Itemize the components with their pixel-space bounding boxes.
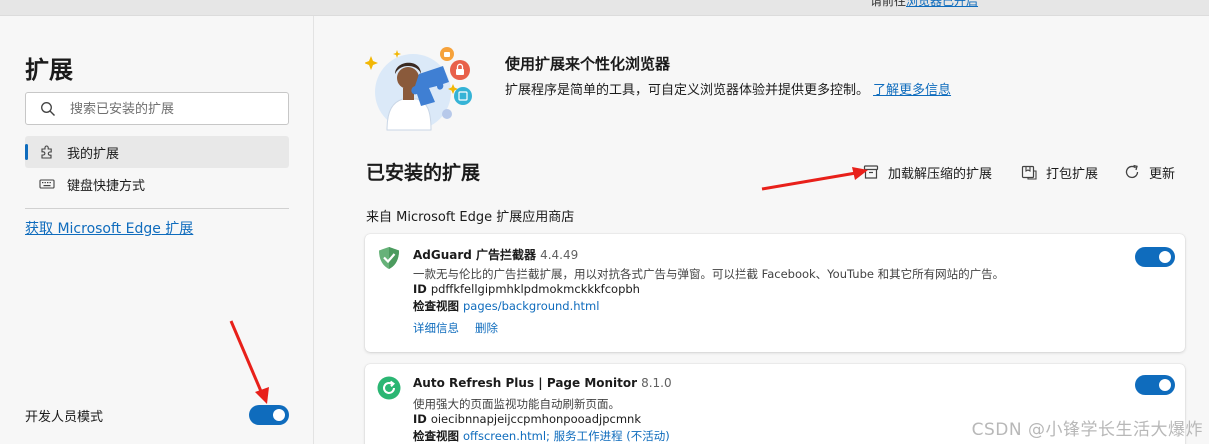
puzzle-icon bbox=[41, 145, 52, 159]
extension-enable-toggle[interactable] bbox=[1135, 247, 1175, 267]
sidebar-item-keyboard-shortcuts[interactable]: 键盘快捷方式 bbox=[25, 168, 289, 200]
box-icon bbox=[863, 165, 879, 179]
refresh-icon bbox=[1125, 164, 1139, 179]
sidebar-item-my-extensions[interactable]: 我的扩展 bbox=[25, 136, 289, 168]
inspect-view-link[interactable]: pages/background.html bbox=[463, 299, 599, 313]
extension-id: ID pdffkfellgipmhklpdmokmckkkfcopbh bbox=[413, 282, 640, 296]
sidebar: 扩展 我的扩展 键盘快捷方式 获取 Microsoft Edge 扩展 开发人员… bbox=[0, 16, 314, 444]
inspect-view-link[interactable]: offscreen.html; 服务工作进程 (不活动) bbox=[463, 429, 670, 443]
get-extensions-link[interactable]: 获取 Microsoft Edge 扩展 bbox=[25, 218, 193, 238]
search-icon bbox=[41, 102, 55, 116]
sidebar-item-label: 我的扩展 bbox=[67, 147, 120, 162]
extension-card-adguard: AdGuard 广告拦截器 4.4.49 一款无与伦比的广告拦截扩展，用以对抗各式… bbox=[365, 234, 1185, 352]
hero-title: 使用扩展来个性化浏览器 bbox=[505, 55, 671, 73]
extension-enable-toggle[interactable] bbox=[1135, 375, 1175, 395]
keyboard-icon bbox=[39, 179, 55, 189]
top-notice-strip: 请前往浏览器已开启 bbox=[0, 0, 1209, 16]
extension-id-value: pdffkfellgipmhklpdmokmckkkfcopbh bbox=[430, 282, 640, 296]
toggle-knob bbox=[1159, 251, 1171, 263]
update-button[interactable]: 更新 bbox=[1123, 161, 1175, 183]
extension-description: 使用强大的页面监视功能自动刷新页面。 bbox=[413, 397, 620, 411]
extension-id-label: ID bbox=[413, 282, 427, 296]
pack-extension-label: 打包扩展 bbox=[1046, 166, 1099, 182]
sidebar-divider bbox=[25, 208, 289, 209]
search-box[interactable] bbox=[25, 92, 289, 125]
extension-name-text: AdGuard 广告拦截器 bbox=[413, 248, 537, 262]
inspect-views: 检查视图 offscreen.html; 服务工作进程 (不活动) bbox=[413, 428, 670, 444]
sidebar-title: 扩展 bbox=[25, 56, 73, 84]
installed-extensions-title: 已安装的扩展 bbox=[366, 162, 481, 184]
toggle-knob bbox=[273, 409, 285, 421]
extension-name: Auto Refresh Plus | Page Monitor 8.1.0 bbox=[413, 376, 672, 390]
inspect-views-label: 检查视图 bbox=[413, 429, 459, 443]
extension-actions: 详细信息 删除 bbox=[413, 320, 514, 336]
active-indicator bbox=[25, 144, 28, 160]
learn-more-link[interactable]: 了解更多信息 bbox=[873, 83, 951, 98]
main-content: 使用扩展来个性化浏览器 扩展程序是简单的工具，可自定义浏览器体验并提供更多控制。… bbox=[315, 16, 1209, 444]
inspect-views: 检查视图 pages/background.html bbox=[413, 298, 599, 314]
adguard-shield-icon bbox=[379, 247, 399, 269]
extension-name-text: Auto Refresh Plus | Page Monitor bbox=[413, 376, 638, 390]
extension-version: 4.4.49 bbox=[540, 248, 579, 262]
extension-id: ID oiecibnnapjeijccpmhonpooadjpcmnk bbox=[413, 412, 641, 426]
developer-mode-toggle[interactable] bbox=[249, 405, 289, 425]
remove-link[interactable]: 删除 bbox=[475, 321, 498, 335]
inspect-views-label: 检查视图 bbox=[413, 299, 459, 313]
hero-description-text: 扩展程序是简单的工具，可自定义浏览器体验并提供更多控制。 bbox=[505, 83, 870, 98]
extension-name: AdGuard 广告拦截器 4.4.49 bbox=[413, 246, 578, 263]
store-source-label: 来自 Microsoft Edge 扩展应用商店 bbox=[366, 210, 575, 225]
toggle-knob bbox=[1159, 379, 1171, 391]
hero-description: 扩展程序是简单的工具，可自定义浏览器体验并提供更多控制。 了解更多信息 bbox=[505, 79, 951, 98]
details-link[interactable]: 详细信息 bbox=[413, 321, 459, 335]
csdn-watermark: CSDN @小锋学长生活大爆炸 bbox=[971, 420, 1203, 440]
extension-version: 8.1.0 bbox=[641, 376, 672, 390]
search-input[interactable] bbox=[70, 99, 280, 119]
top-notice: 请前往浏览器已开启 bbox=[870, 0, 978, 9]
extension-description: 一款无与伦比的广告拦截扩展，用以对抗各式广告与弹窗。可以拦截 Facebook、… bbox=[413, 267, 1005, 281]
top-notice-link[interactable]: 浏览器已开启 bbox=[906, 0, 978, 8]
pack-extension-button[interactable]: 打包扩展 bbox=[1020, 161, 1098, 183]
sidebar-item-label: 键盘快捷方式 bbox=[67, 179, 146, 194]
load-unpacked-label: 加载解压缩的扩展 bbox=[888, 166, 993, 182]
load-unpacked-button[interactable]: 加载解压缩的扩展 bbox=[862, 161, 992, 183]
top-notice-text: 请前往 bbox=[870, 0, 907, 8]
auto-refresh-icon bbox=[377, 376, 401, 400]
extension-id-label: ID bbox=[413, 412, 427, 426]
extensions-illustration bbox=[365, 47, 472, 131]
package-icon bbox=[1021, 165, 1037, 180]
developer-mode-label: 开发人员模式 bbox=[25, 410, 104, 425]
update-label: 更新 bbox=[1149, 166, 1176, 182]
extension-id-value: oiecibnnapjeijccpmhonpooadjpcmnk bbox=[430, 412, 641, 426]
